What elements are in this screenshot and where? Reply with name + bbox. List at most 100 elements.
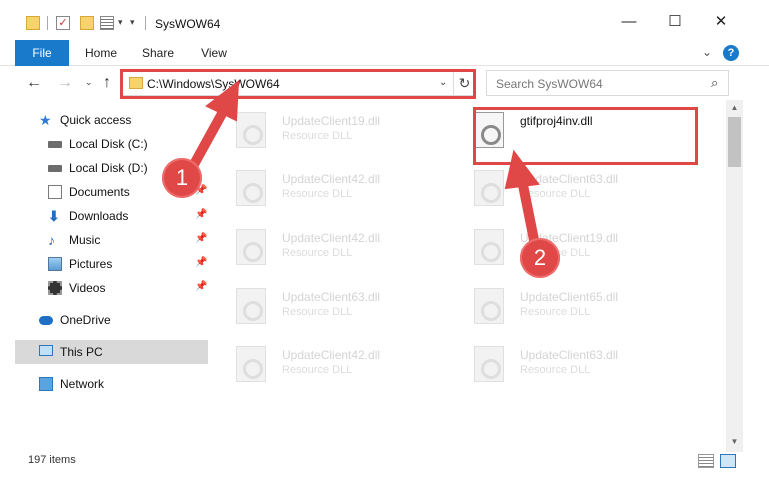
pin-icon[interactable]: 📌	[195, 281, 207, 292]
maximize-button[interactable]: ☐	[652, 8, 698, 36]
minimize-button[interactable]: —	[606, 8, 652, 36]
file-item[interactable]: UpdateClient19.dll Resource DLL	[210, 104, 420, 154]
file-name: UpdateClient63.dll	[520, 172, 619, 186]
file-highlight-box	[473, 107, 698, 165]
videos-icon	[48, 281, 62, 295]
sidebar-item-quick-access[interactable]: ★ Quick access	[15, 108, 208, 132]
sidebar-item-label: Local Disk (C:)	[69, 137, 148, 151]
help-icon[interactable]: ?	[723, 45, 739, 61]
dll-file-icon	[474, 288, 504, 324]
file-name: UpdateClient65.dll	[520, 290, 619, 304]
file-name: UpdateClient63.dll	[282, 290, 381, 304]
forward-button[interactable]: →	[57, 74, 73, 92]
search-icon[interactable]: ⌕	[711, 75, 718, 91]
file-type: Resource DLL	[282, 306, 353, 318]
disk-icon	[48, 165, 62, 172]
vertical-scrollbar[interactable]: ▲ ▼	[726, 100, 743, 452]
scroll-down-icon[interactable]: ▼	[726, 434, 743, 450]
file-type: Resource DLL	[282, 247, 353, 259]
up-button[interactable]: ↑	[103, 74, 111, 92]
scroll-up-icon[interactable]: ▲	[726, 100, 743, 116]
title-bar: ✓ ▾ ▾ SysWOW64 — ☐ ✕	[0, 0, 769, 40]
download-icon: ⬇	[48, 208, 60, 224]
status-bar: 197 items	[0, 452, 769, 470]
callout-2: 2	[520, 238, 560, 278]
pc-icon	[39, 345, 53, 356]
large-icons-view-icon[interactable]	[720, 454, 736, 468]
dll-file-icon	[474, 170, 504, 206]
tab-file[interactable]: File	[15, 40, 69, 66]
sidebar-item-label: Videos	[69, 281, 106, 295]
file-type: Resource DLL	[282, 130, 353, 142]
file-item[interactable]: UpdateClient42.dll Resource DLL	[210, 162, 420, 212]
file-type: Resource DLL	[282, 188, 353, 200]
pin-icon[interactable]: 📌	[195, 233, 207, 244]
dll-file-icon	[236, 112, 266, 148]
expand-ribbon-icon[interactable]: ⌄	[702, 45, 712, 59]
dll-file-icon	[236, 229, 266, 265]
tab-view[interactable]: View	[192, 40, 236, 66]
sidebar-item-pictures[interactable]: Pictures 📌	[15, 252, 208, 276]
star-icon: ★	[39, 112, 52, 128]
qa-dropdown-icon[interactable]: ▾	[118, 17, 123, 28]
dll-file-icon	[236, 170, 266, 206]
sidebar-item-network[interactable]: Network	[15, 372, 208, 396]
customize-icon[interactable]	[100, 16, 114, 30]
scroll-thumb[interactable]	[728, 117, 741, 167]
search-box[interactable]: Search SysWOW64 ⌕	[486, 70, 729, 96]
sidebar-item-videos[interactable]: Videos 📌	[15, 276, 208, 300]
dll-file-icon	[474, 229, 504, 265]
separator	[47, 16, 48, 30]
folder-icon[interactable]	[26, 16, 40, 30]
sidebar-item-this-pc[interactable]: This PC	[15, 340, 208, 364]
sidebar-item-onedrive[interactable]: OneDrive	[15, 308, 208, 332]
back-button[interactable]: ←	[26, 74, 42, 92]
ribbon: File Home Share View ⌄ ?	[0, 40, 769, 66]
sidebar-item-music[interactable]: ♪ Music 📌	[15, 228, 208, 252]
file-item[interactable]: UpdateClient42.dll Resource DLL	[210, 221, 420, 271]
sidebar-item-label: Pictures	[69, 257, 113, 271]
pin-icon[interactable]: 📌	[195, 209, 207, 220]
address-highlight-box	[120, 69, 476, 99]
dll-file-icon	[474, 346, 504, 382]
dll-file-icon	[236, 288, 266, 324]
separator	[145, 16, 146, 30]
new-folder-icon[interactable]	[80, 16, 94, 30]
search-input[interactable]: Search SysWOW64	[496, 77, 603, 91]
sidebar-item-label: OneDrive	[60, 313, 111, 327]
qa-more-icon[interactable]: ▾	[130, 17, 135, 28]
file-item[interactable]: UpdateClient65.dll Resource DLL	[448, 280, 658, 330]
onedrive-icon	[39, 316, 53, 325]
properties-check-icon[interactable]: ✓	[56, 16, 70, 30]
sidebar-item-downloads[interactable]: ⬇ Downloads 📌	[15, 204, 208, 228]
sidebar-item-local-disk-c[interactable]: Local Disk (C:)	[15, 132, 208, 156]
file-name: UpdateClient19.dll	[282, 114, 381, 128]
sidebar-item-label: This PC	[60, 345, 103, 359]
file-type: Resource DLL	[520, 306, 591, 318]
file-item[interactable]: UpdateClient63.dll Resource DLL	[448, 162, 658, 212]
details-view-icon[interactable]	[698, 454, 714, 468]
file-name: UpdateClient42.dll	[282, 348, 381, 362]
file-name: UpdateClient63.dll	[520, 348, 619, 362]
close-button[interactable]: ✕	[698, 8, 744, 36]
callout-1: 1	[162, 158, 202, 198]
sidebar-item-label: Network	[60, 377, 105, 391]
recent-locations-icon[interactable]: ⌄	[85, 77, 93, 88]
sidebar-item-label: Downloads	[69, 209, 129, 223]
pictures-icon	[48, 257, 62, 271]
tab-home[interactable]: Home	[78, 40, 124, 66]
sidebar-item-label: Documents	[69, 185, 130, 199]
pin-icon[interactable]: 📌	[195, 257, 207, 268]
file-type: Resource DLL	[520, 188, 591, 200]
tab-share[interactable]: Share	[134, 40, 182, 66]
navigation-pane: ★ Quick access Local Disk (C:) Local Dis…	[15, 104, 210, 444]
documents-icon	[48, 185, 62, 199]
file-item[interactable]: UpdateClient42.dll Resource DLL	[210, 338, 420, 388]
sidebar-item-label: Music	[69, 233, 101, 247]
file-item[interactable]: UpdateClient63.dll Resource DLL	[210, 280, 420, 330]
item-count: 197 items	[28, 454, 76, 466]
sidebar-item-label: Local Disk (D:)	[69, 161, 148, 175]
file-name: UpdateClient42.dll	[282, 172, 381, 186]
file-item[interactable]: UpdateClient63.dll Resource DLL	[448, 338, 658, 388]
file-name: UpdateClient42.dll	[282, 231, 381, 245]
